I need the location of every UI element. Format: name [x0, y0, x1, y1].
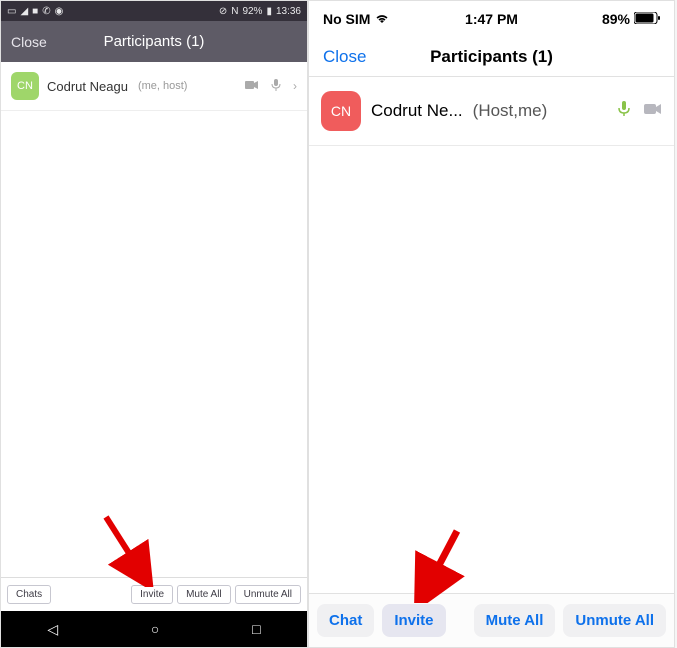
- content-area: [1, 111, 307, 577]
- notification-icon: ▭: [7, 6, 16, 17]
- mic-icon: [618, 101, 630, 122]
- annotation-arrow: [96, 507, 156, 587]
- mute-all-button[interactable]: Mute All: [177, 585, 231, 604]
- content-area: [309, 146, 674, 593]
- chevron-right-icon: ›: [293, 79, 297, 93]
- ios-header: Close Participants (1): [309, 37, 674, 77]
- battery-percent: 92%: [242, 6, 262, 17]
- participant-name: Codrut Ne...: [371, 101, 463, 121]
- clock: 13:36: [276, 6, 301, 17]
- mic-icon: [271, 79, 281, 94]
- participant-role: (Host,me): [473, 101, 548, 121]
- android-nav-bar: ◁ ○ □: [1, 611, 307, 647]
- participant-name: Codrut Neagu: [47, 79, 128, 94]
- chats-button[interactable]: Chats: [7, 585, 51, 604]
- invite-button[interactable]: Invite: [131, 585, 173, 604]
- participant-role: (me, host): [138, 80, 188, 92]
- clock: 1:47 PM: [465, 11, 518, 27]
- chat-button[interactable]: Chat: [317, 604, 374, 637]
- avatar: CN: [11, 72, 39, 100]
- ios-phone: No SIM 1:47 PM 89% Close Participants (1…: [308, 0, 675, 648]
- recent-button[interactable]: □: [252, 621, 260, 637]
- messenger-icon: ◉: [55, 6, 64, 17]
- android-toolbar: Chats Invite Mute All Unmute All: [1, 577, 307, 611]
- android-phone: ▭ ◢ ■ ✆ ◉ ⊘ N 92% ▮ 13:36 Close Particip…: [0, 0, 308, 648]
- camera-icon: [245, 79, 259, 93]
- android-status-bar: ▭ ◢ ■ ✆ ◉ ⊘ N 92% ▮ 13:36: [1, 1, 307, 21]
- participant-row[interactable]: CN Codrut Ne... (Host,me): [309, 77, 674, 146]
- video-icon: ■: [32, 6, 38, 17]
- annotation-arrow: [409, 523, 469, 603]
- android-header: Close Participants (1): [1, 21, 307, 62]
- whatsapp-icon: ✆: [42, 6, 50, 17]
- ios-toolbar: Chat Invite Mute All Unmute All: [309, 593, 674, 647]
- camera-icon: [644, 102, 662, 120]
- home-button[interactable]: ○: [151, 621, 159, 637]
- invite-button[interactable]: Invite: [382, 604, 445, 637]
- ios-status-bar: No SIM 1:47 PM 89%: [309, 1, 674, 37]
- mute-all-button[interactable]: Mute All: [474, 604, 556, 637]
- page-title: Participants (1): [104, 33, 205, 50]
- dnd-icon: ⊘: [219, 6, 227, 17]
- avatar: CN: [321, 91, 361, 131]
- unmute-all-button[interactable]: Unmute All: [235, 585, 301, 604]
- battery-icon: [634, 11, 660, 27]
- close-button[interactable]: Close: [323, 47, 366, 67]
- nfc-icon: N: [231, 6, 238, 17]
- back-button[interactable]: ◁: [47, 621, 58, 638]
- carrier-label: No SIM: [323, 11, 370, 27]
- battery-percent: 89%: [602, 11, 630, 27]
- wifi-icon: [374, 11, 390, 27]
- close-button[interactable]: Close: [11, 34, 47, 50]
- participant-row[interactable]: CN Codrut Neagu (me, host) ›: [1, 62, 307, 111]
- unmute-all-button[interactable]: Unmute All: [563, 604, 666, 637]
- signal-icon: ◢: [20, 6, 28, 17]
- battery-icon: ▮: [266, 6, 272, 17]
- page-title: Participants (1): [430, 47, 553, 67]
